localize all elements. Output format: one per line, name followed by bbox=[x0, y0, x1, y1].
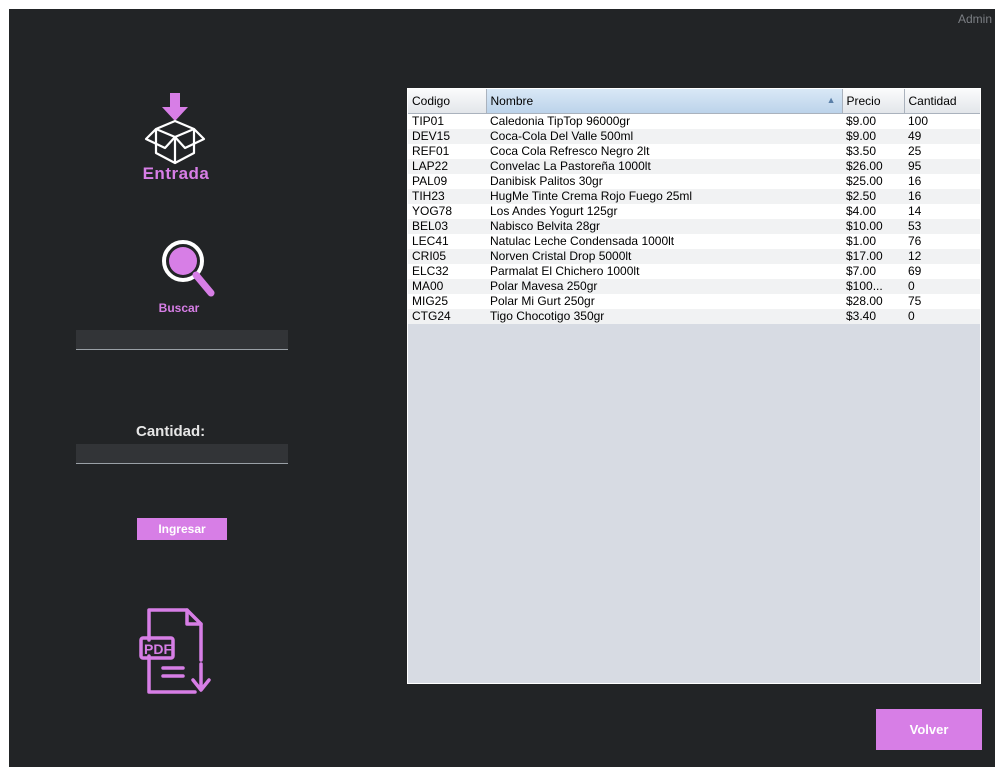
table-cell-precio: $17.00 bbox=[842, 249, 904, 264]
table-cell-nombre: Convelac La Pastoreña 1000lt bbox=[486, 159, 842, 174]
table-header-row: Codigo Nombre ▲ Precio Cantidad bbox=[408, 89, 980, 114]
table-cell-nombre: Tigo Chocotigo 350gr bbox=[486, 309, 842, 324]
table-cell-nombre: Polar Mi Gurt 250gr bbox=[486, 294, 842, 309]
table-cell-precio: $3.50 bbox=[842, 144, 904, 159]
table-cell-cantidad: 100 bbox=[904, 113, 980, 129]
table-cell-precio: $7.00 bbox=[842, 264, 904, 279]
table-cell-codigo: ELC32 bbox=[408, 264, 486, 279]
table-cell-precio: $100... bbox=[842, 279, 904, 294]
table-cell-cantidad: 0 bbox=[904, 279, 980, 294]
table-cell-precio: $4.00 bbox=[842, 204, 904, 219]
table-cell-cantidad: 76 bbox=[904, 234, 980, 249]
table-row[interactable]: REF01 Coca Cola Refresco Negro 2lt $3.50 25 bbox=[408, 144, 980, 159]
table-cell-precio: $3.40 bbox=[842, 309, 904, 324]
table-cell-cantidad: 53 bbox=[904, 219, 980, 234]
table-cell-cantidad: 49 bbox=[904, 129, 980, 144]
table-cell-cantidad: 16 bbox=[904, 174, 980, 189]
table-cell-codigo: REF01 bbox=[408, 144, 486, 159]
table-row[interactable]: DEV15 Coca-Cola Del Valle 500ml $9.00 49 bbox=[408, 129, 980, 144]
magnifier-icon[interactable] bbox=[159, 237, 215, 301]
app-window: Admin Entrada Buscar Cantidad: Ingresar bbox=[9, 9, 995, 767]
table-cell-cantidad: 95 bbox=[904, 159, 980, 174]
table-row[interactable]: CTG24 Tigo Chocotigo 350gr $3.40 0 bbox=[408, 309, 980, 324]
table-cell-nombre: Coca-Cola Del Valle 500ml bbox=[486, 129, 842, 144]
table-cell-nombre: Parmalat El Chichero 1000lt bbox=[486, 264, 842, 279]
table-cell-codigo: MA00 bbox=[408, 279, 486, 294]
table-cell-codigo: LEC41 bbox=[408, 234, 486, 249]
table-row[interactable]: TIP01 Caledonia TipTop 96000gr $9.00 100 bbox=[408, 113, 980, 129]
column-header-codigo[interactable]: Codigo bbox=[408, 89, 487, 114]
table-cell-codigo: PAL09 bbox=[408, 174, 486, 189]
table-row[interactable]: PAL09 Danibisk Palitos 30gr $25.00 16 bbox=[408, 174, 980, 189]
table-row[interactable]: LAP22 Convelac La Pastoreña 1000lt $26.00 9… bbox=[408, 159, 980, 174]
table-cell-cantidad: 69 bbox=[904, 264, 980, 279]
cantidad-input[interactable] bbox=[76, 444, 288, 464]
table-cell-precio: $28.00 bbox=[842, 294, 904, 309]
table-cell-nombre: Caledonia TipTop 96000gr bbox=[486, 113, 842, 129]
column-header-nombre[interactable]: Nombre ▲ bbox=[486, 89, 843, 114]
table-cell-nombre: Nabisco Belvita 28gr bbox=[486, 219, 842, 234]
table-cell-codigo: DEV15 bbox=[408, 129, 486, 144]
table-cell-nombre: HugMe Tinte Crema Rojo Fuego 25ml bbox=[486, 189, 842, 204]
search-input[interactable] bbox=[76, 330, 288, 350]
table-row[interactable]: BEL03 Nabisco Belvita 28gr $10.00 53 bbox=[408, 219, 980, 234]
column-header-precio[interactable]: Precio bbox=[842, 89, 905, 114]
table-cell-codigo: CRI05 bbox=[408, 249, 486, 264]
table-cell-cantidad: 75 bbox=[904, 294, 980, 309]
table-cell-nombre: Polar Mavesa 250gr bbox=[486, 279, 842, 294]
table-cell-precio: $9.00 bbox=[842, 129, 904, 144]
sort-ascending-icon: ▲ bbox=[826, 95, 836, 105]
table-cell-nombre: Coca Cola Refresco Negro 2lt bbox=[486, 144, 842, 159]
table-cell-precio: $2.50 bbox=[842, 189, 904, 204]
box-arrow-in-icon[interactable] bbox=[138, 91, 212, 169]
table-cell-codigo: LAP22 bbox=[408, 159, 486, 174]
table-row[interactable]: CRI05 Norven Cristal Drop 5000lt $17.00 12 bbox=[408, 249, 980, 264]
table-cell-codigo: CTG24 bbox=[408, 309, 486, 324]
table-cell-nombre: Danibisk Palitos 30gr bbox=[486, 174, 842, 189]
volver-button[interactable]: Volver bbox=[876, 709, 982, 750]
table-cell-cantidad: 14 bbox=[904, 204, 980, 219]
table-cell-cantidad: 0 bbox=[904, 309, 980, 324]
table-cell-cantidad: 25 bbox=[904, 144, 980, 159]
table-cell-precio: $1.00 bbox=[842, 234, 904, 249]
table-cell-codigo: YOG78 bbox=[408, 204, 486, 219]
table-row[interactable]: YOG78 Los Andes Yogurt 125gr $4.00 14 bbox=[408, 204, 980, 219]
table-row[interactable]: TIH23 HugMe Tinte Crema Rojo Fuego 25ml $2… bbox=[408, 189, 980, 204]
table-cell-nombre: Natulac Leche Condensada 1000lt bbox=[486, 234, 842, 249]
column-header-nombre-label: Nombre bbox=[490, 94, 534, 108]
table-cell-cantidad: 12 bbox=[904, 249, 980, 264]
buscar-label[interactable]: Buscar bbox=[139, 301, 219, 315]
pdf-export-icon[interactable]: PDF bbox=[135, 606, 221, 698]
table-cell-cantidad: 16 bbox=[904, 189, 980, 204]
table-cell-codigo: TIP01 bbox=[408, 113, 486, 129]
user-label: Admin bbox=[957, 12, 992, 26]
table-cell-precio: $10.00 bbox=[842, 219, 904, 234]
table-cell-codigo: BEL03 bbox=[408, 219, 486, 234]
table-cell-codigo: MIG25 bbox=[408, 294, 486, 309]
column-header-cantidad[interactable]: Cantidad bbox=[904, 89, 980, 114]
entrada-label[interactable]: Entrada bbox=[119, 164, 233, 184]
table-row[interactable]: MA00 Polar Mavesa 250gr $100... 0 bbox=[408, 279, 980, 294]
table-row[interactable]: LEC41 Natulac Leche Condensada 1000lt $1.0… bbox=[408, 234, 980, 249]
table-cell-codigo: TIH23 bbox=[408, 189, 486, 204]
cantidad-label: Cantidad: bbox=[136, 423, 206, 440]
table-row[interactable]: ELC32 Parmalat El Chichero 1000lt $7.00 69 bbox=[408, 264, 980, 279]
table-body: TIP01 Caledonia TipTop 96000gr $9.00 100 DEV… bbox=[408, 113, 980, 324]
products-table[interactable]: Codigo Nombre ▲ Precio Cantidad TIP01 Cale… bbox=[407, 88, 981, 684]
ingresar-button[interactable]: Ingresar bbox=[137, 518, 227, 540]
table-cell-precio: $26.00 bbox=[842, 159, 904, 174]
table-row[interactable]: MIG25 Polar Mi Gurt 250gr $28.00 75 bbox=[408, 294, 980, 309]
table-cell-precio: $25.00 bbox=[842, 174, 904, 189]
table-cell-precio: $9.00 bbox=[842, 113, 904, 129]
svg-text:PDF: PDF bbox=[144, 641, 172, 657]
table-cell-nombre: Los Andes Yogurt 125gr bbox=[486, 204, 842, 219]
table-cell-nombre: Norven Cristal Drop 5000lt bbox=[486, 249, 842, 264]
